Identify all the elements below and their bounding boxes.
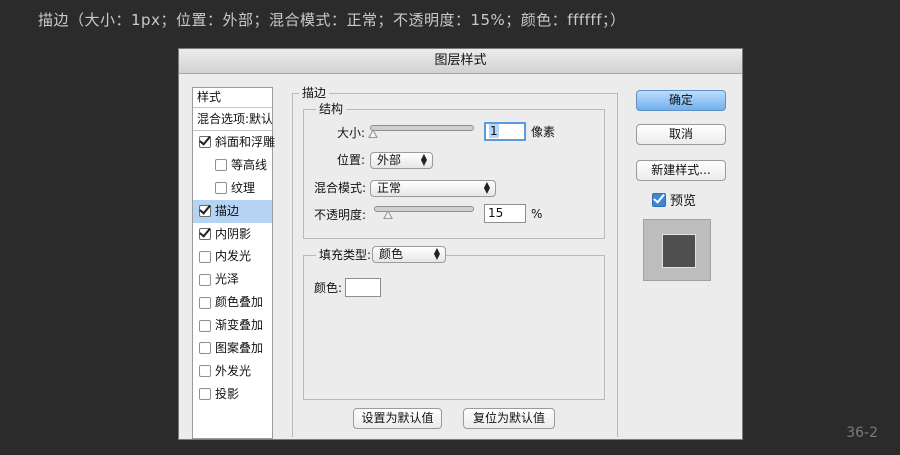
style-list-item-label: 颜色叠加 (215, 295, 264, 310)
dialog-title: 图层样式 (179, 49, 742, 74)
ok-button[interactable]: 确定 (636, 90, 726, 111)
style-list-item[interactable]: 外发光 (193, 360, 272, 383)
reset-default-button[interactable]: 复位为默认值 (463, 408, 555, 429)
preview-square (662, 234, 696, 268)
fill-type-label: 填充类型: (316, 247, 375, 263)
fill-group: 填充类型: 颜色 ▲ ▼ 颜色: (303, 246, 605, 400)
style-list-item[interactable]: 等高线 (193, 154, 272, 177)
size-slider-track[interactable] (370, 125, 474, 131)
size-value: 1 (489, 124, 499, 138)
style-list: 样式 混合选项:默认 斜面和浮雕等高线纹理描边内阴影内发光光泽颜色叠加渐变叠加图… (192, 87, 276, 439)
style-list-item[interactable]: 投影 (193, 383, 272, 406)
select-arrows-icon: ▲ ▼ (433, 246, 440, 261)
figure-number: 36-2 (846, 425, 878, 441)
preview-label: 预览 (670, 194, 697, 209)
position-select[interactable]: 外部 ▲ ▼ (370, 152, 433, 169)
style-checkbox[interactable] (199, 319, 211, 332)
style-list-item[interactable]: 颜色叠加 (193, 291, 272, 314)
structure-group-title: 结构 (316, 102, 347, 116)
style-list-header[interactable]: 样式 (193, 88, 272, 108)
style-list-item[interactable]: 内发光 (193, 245, 272, 268)
set-default-button[interactable]: 设置为默认值 (353, 408, 442, 429)
style-list-item-label: 渐变叠加 (215, 318, 264, 333)
opacity-value: 15 (488, 206, 504, 220)
fill-type-select-value: 颜色 (379, 247, 404, 261)
style-preview-thumbnail (643, 219, 711, 281)
style-list-item-label: 投影 (215, 386, 240, 401)
style-checkbox[interactable] (199, 296, 211, 309)
style-list-item-label: 内阴影 (215, 226, 252, 241)
style-list-item-label: 外发光 (215, 363, 252, 378)
style-list-item[interactable]: 光泽 (193, 268, 272, 291)
opacity-unit: % (531, 207, 543, 221)
style-list-item-label: 内发光 (215, 249, 252, 264)
style-list-item[interactable]: 图案叠加 (193, 337, 272, 360)
stroke-group: 描边 结构 大小: 1 像素 位置: 外部 ▲ ▼ 混合模式: 正常 ▲ ▼ 不透明… (292, 86, 618, 437)
style-checkbox[interactable] (199, 250, 211, 263)
style-list-item[interactable]: 斜面和浮雕 (193, 131, 276, 154)
size-input[interactable]: 1 (484, 122, 526, 141)
style-list-item-label: 描边 (215, 203, 240, 218)
size-slider-thumb[interactable] (368, 129, 378, 138)
style-checkbox[interactable] (199, 365, 211, 378)
cancel-button[interactable]: 取消 (636, 124, 726, 145)
structure-group: 结构 大小: 1 像素 位置: 外部 ▲ ▼ 混合模式: 正常 ▲ ▼ 不透明度: … (303, 102, 605, 239)
blend-mode-label: 混合模式: (314, 181, 367, 195)
position-label: 位置: (337, 153, 366, 167)
blend-mode-select[interactable]: 正常 ▲ ▼ (370, 180, 496, 197)
layer-style-dialog: 图层样式 样式 混合选项:默认 斜面和浮雕 等高线 纹理 描边 内阴影 内发光 光泽 颜色叠加… (178, 48, 743, 440)
select-arrows-icon: ▲ ▼ (420, 152, 427, 167)
select-arrows-icon: ▲ ▼ (483, 180, 490, 195)
stroke-group-title: 描边 (299, 86, 330, 100)
position-select-value: 外部 (377, 153, 402, 167)
style-checkbox[interactable] (199, 136, 211, 149)
fill-type-select[interactable]: 颜色 ▲ ▼ (372, 246, 446, 263)
style-checkbox[interactable] (199, 388, 211, 401)
opacity-input[interactable]: 15 (484, 204, 526, 223)
blend-mode-select-value: 正常 (377, 181, 402, 195)
size-unit: 像素 (531, 125, 556, 139)
style-checkbox[interactable] (215, 159, 227, 172)
style-list-item-label: 光泽 (215, 272, 240, 287)
style-list-item-label: 等高线 (231, 157, 268, 172)
style-list-item-label: 图案叠加 (215, 341, 264, 356)
blend-options-item[interactable]: 混合选项:默认 (193, 108, 272, 131)
style-checkbox[interactable] (199, 342, 211, 355)
preview-checkbox[interactable]: 预览 (652, 190, 696, 209)
opacity-slider-thumb[interactable] (383, 210, 393, 219)
style-list-item-label: 纹理 (231, 180, 256, 195)
caption-text: 描边（大小：1px；位置：外部；混合模式：正常；不透明度：15%；颜色：ffff… (38, 11, 626, 29)
style-checkbox[interactable] (199, 228, 211, 240)
style-list-item-label: 斜面和浮雕 (215, 135, 276, 149)
size-label: 大小: (337, 126, 366, 140)
checkbox-icon (652, 192, 666, 207)
new-style-button[interactable]: 新建样式... (636, 160, 726, 181)
style-list-item[interactable]: 纹理 (193, 177, 272, 200)
style-list-item[interactable]: 内阴影 (193, 223, 272, 246)
color-label: 颜色: (314, 281, 343, 295)
style-checkbox[interactable] (199, 273, 211, 286)
opacity-label: 不透明度: (314, 208, 367, 222)
style-list-item[interactable]: 描边 (193, 199, 272, 223)
stroke-color-swatch[interactable] (345, 278, 381, 297)
style-checkbox[interactable] (215, 182, 227, 195)
style-list-item[interactable]: 渐变叠加 (193, 314, 272, 337)
style-checkbox[interactable] (199, 205, 211, 218)
